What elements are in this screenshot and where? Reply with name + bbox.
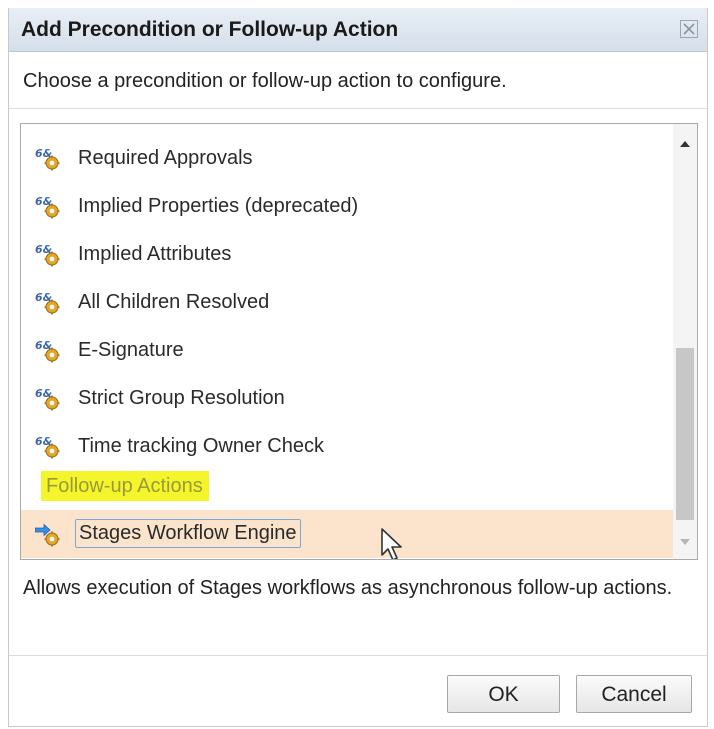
list-item-time-tracking-owner-check[interactable]: 6& Time tracking Owner Check: [21, 422, 673, 470]
instruction-text: Choose a precondition or follow-up actio…: [23, 70, 507, 92]
follow-up-actions-group-header: Follow-up Actions: [41, 471, 209, 501]
cancel-button[interactable]: Cancel: [576, 675, 692, 713]
precondition-gear-icon: 6&: [35, 243, 60, 267]
list-item-label: E-Signature: [78, 339, 184, 361]
list-item-all-children-resolved[interactable]: 6& All Children Resolved: [21, 278, 673, 326]
mouse-pointer-icon: [381, 528, 402, 559]
scroll-up-arrow-icon[interactable]: [673, 132, 697, 156]
list-item-e-signature[interactable]: 6& E-Signature: [21, 326, 673, 374]
precondition-gear-icon: 6&: [35, 291, 60, 315]
list-item-label: Implied Attributes: [78, 243, 232, 265]
precondition-gear-icon: 6&: [35, 195, 60, 219]
list-item-label: Stages Workflow Engine: [75, 519, 301, 548]
close-icon[interactable]: [679, 19, 699, 39]
follow-up-action-arrow-gear-icon: [35, 523, 60, 547]
scrollbar-thumb[interactable]: [676, 348, 694, 520]
dialog-title: Add Precondition or Follow-up Action: [21, 18, 399, 41]
list-item-label: Strict Group Resolution: [78, 387, 285, 409]
list-scrollbar[interactable]: [673, 124, 697, 559]
precondition-gear-icon: 6&: [35, 339, 60, 363]
list-item-label: Time tracking Owner Check: [78, 435, 324, 457]
precondition-gear-icon: 6&: [35, 147, 60, 171]
scroll-down-arrow-icon[interactable]: [673, 529, 697, 553]
add-precondition-dialog: Add Precondition or Follow-up Action Cho…: [8, 8, 708, 727]
footer-divider: [9, 655, 707, 656]
list-item-label: Implied Properties (deprecated): [78, 195, 359, 217]
ok-button[interactable]: OK: [447, 675, 560, 713]
list-item-strict-group-resolution[interactable]: 6& Strict Group Resolution: [21, 374, 673, 422]
list-item-implied-attributes[interactable]: 6& Implied Attributes: [21, 230, 673, 278]
divider: [9, 108, 707, 109]
list-item-required-approvals[interactable]: 6& Required Approvals: [21, 134, 673, 182]
list-items-container: 6& Required Approvals 6& Implied Propert…: [21, 124, 673, 559]
list-item-stages-workflow-engine[interactable]: Stages Workflow Engine: [21, 510, 673, 558]
actions-listbox[interactable]: 6& Required Approvals 6& Implied Propert…: [20, 123, 698, 560]
precondition-gear-icon: 6&: [35, 387, 60, 411]
list-item-label: All Children Resolved: [78, 291, 270, 313]
precondition-gear-icon: 6&: [35, 435, 60, 459]
dialog-titlebar[interactable]: Add Precondition or Follow-up Action: [9, 8, 707, 52]
list-item-label: Required Approvals: [78, 147, 253, 169]
action-description: Allows execution of Stages workflows as …: [23, 577, 673, 599]
list-item-implied-properties[interactable]: 6& Implied Properties (deprecated): [21, 182, 673, 230]
